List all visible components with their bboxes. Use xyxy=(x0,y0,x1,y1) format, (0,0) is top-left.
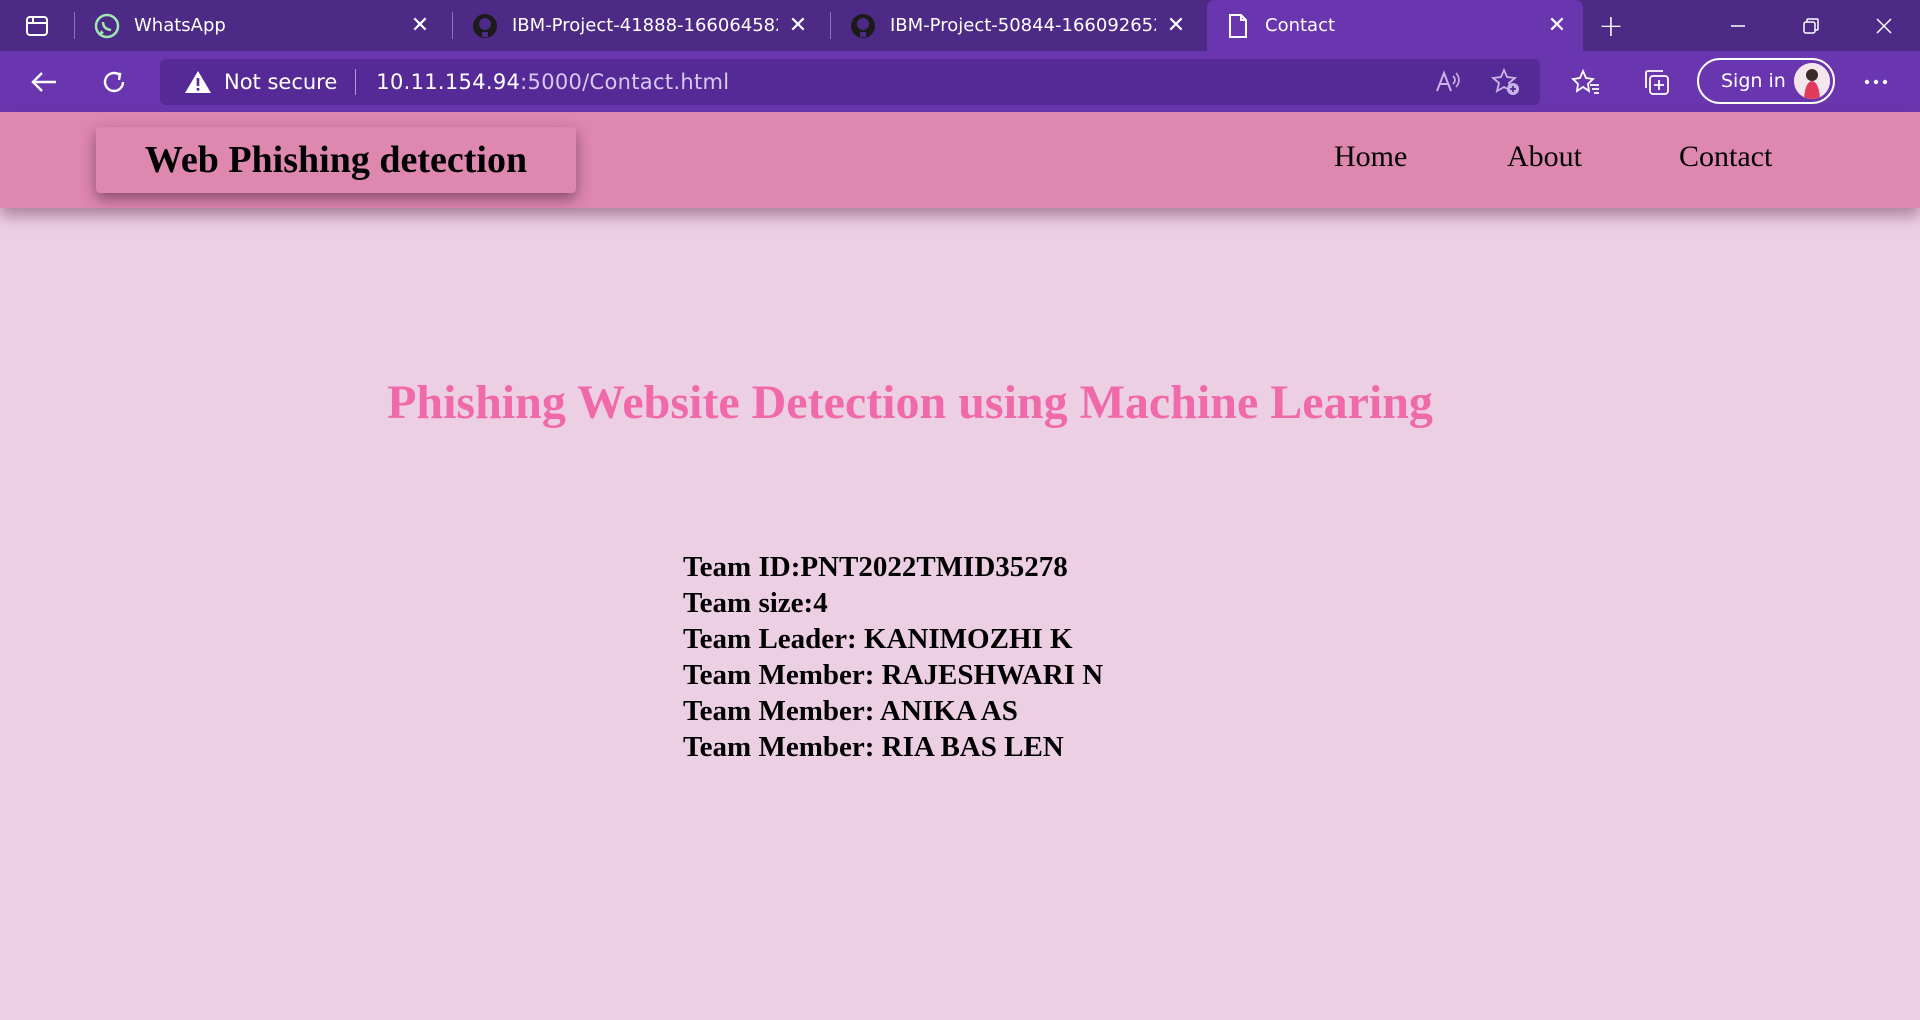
tab-contact[interactable]: Contact ✕ xyxy=(1207,0,1583,51)
github-icon xyxy=(850,13,876,39)
github-icon xyxy=(472,13,498,39)
team-id: Team ID:PNT2022TMID35278 xyxy=(683,551,1068,583)
favorites-icon xyxy=(1571,68,1599,94)
read-aloud-icon xyxy=(1436,70,1460,92)
collections-icon xyxy=(1645,70,1669,95)
tab-actions-icon xyxy=(26,15,48,36)
close-icon xyxy=(1876,17,1892,34)
tab-title: IBM-Project-50844-1660926525/ xyxy=(890,15,1156,36)
minimize-button[interactable] xyxy=(1702,0,1774,51)
nav-link-home[interactable]: Home xyxy=(1334,140,1407,174)
tab-github-project-50844[interactable]: IBM-Project-50844-1660926525/ ✕ xyxy=(832,0,1202,51)
refresh-button[interactable] xyxy=(92,60,136,104)
brand-logo[interactable]: Web Phishing detection xyxy=(96,127,576,193)
security-indicator[interactable]: Not secure xyxy=(184,70,337,94)
minimize-icon xyxy=(1731,24,1745,27)
nav-link-contact[interactable]: Contact xyxy=(1679,140,1772,174)
plus-icon: + xyxy=(1598,8,1624,44)
page-icon xyxy=(1225,13,1251,39)
site-navbar: Web Phishing detection Home About Contac… xyxy=(0,112,1920,208)
close-icon[interactable]: ✕ xyxy=(778,6,818,46)
new-tab-button[interactable]: + xyxy=(1590,5,1632,47)
tab-title: WhatsApp xyxy=(134,15,226,36)
back-button[interactable] xyxy=(22,60,66,104)
refresh-icon xyxy=(103,71,125,93)
back-arrow-icon xyxy=(31,72,56,92)
whatsapp-icon xyxy=(94,13,120,39)
restore-icon xyxy=(1803,17,1819,34)
close-window-button[interactable] xyxy=(1848,0,1920,51)
security-label: Not secure xyxy=(224,70,338,94)
read-aloud-button[interactable] xyxy=(1432,66,1464,98)
collections-button[interactable] xyxy=(1634,60,1678,104)
tab-strip: WhatsApp ✕ IBM-Project-41888-1660645823/… xyxy=(0,0,1920,51)
close-icon[interactable]: ✕ xyxy=(1156,6,1196,46)
settings-more-button[interactable] xyxy=(1854,60,1898,104)
tab-separator xyxy=(74,12,75,39)
restore-button[interactable] xyxy=(1775,0,1847,51)
url-path: :5000/Contact.html xyxy=(520,70,730,94)
team-size: Team size:4 xyxy=(683,587,828,619)
tab-github-project-41888[interactable]: IBM-Project-41888-1660645823/ ✕ xyxy=(454,0,824,51)
tab-whatsapp[interactable]: WhatsApp ✕ xyxy=(76,0,446,51)
close-icon[interactable]: ✕ xyxy=(400,6,440,46)
tab-title: Contact xyxy=(1265,15,1336,36)
tab-separator xyxy=(830,12,831,39)
tab-separator xyxy=(452,12,453,39)
nav-link-about[interactable]: About xyxy=(1507,140,1582,174)
more-icon xyxy=(1864,79,1888,85)
team-member: Team Member: ANIKA AS xyxy=(683,695,1018,727)
team-details: Team ID:PNT2022TMID35278 Team size:4 Tea… xyxy=(683,549,1103,765)
tab-title: IBM-Project-41888-1660645823/ xyxy=(512,15,778,36)
close-icon[interactable]: ✕ xyxy=(1537,6,1577,46)
browser-toolbar: Not secure 10.11.154.94:5000/Contact.htm… xyxy=(0,51,1920,112)
team-member: Team Member: RAJESHWARI N xyxy=(683,659,1104,691)
team-member: Team Member: RIA BAS LEN xyxy=(683,731,1064,763)
avatar xyxy=(1794,63,1830,99)
favorites-button[interactable] xyxy=(1564,60,1608,104)
tab-actions-button[interactable] xyxy=(0,0,74,51)
sign-in-button[interactable]: Sign in xyxy=(1697,58,1835,104)
team-leader: Team Leader: KANIMOZHI K xyxy=(683,623,1073,655)
sign-in-label: Sign in xyxy=(1721,70,1786,92)
url-host: 10.11.154.94 xyxy=(376,70,521,94)
address-bar[interactable]: Not secure 10.11.154.94:5000/Contact.htm… xyxy=(160,59,1540,105)
warning-icon xyxy=(185,71,211,93)
omnibox-divider xyxy=(355,69,357,95)
star-add-icon xyxy=(1491,67,1519,95)
add-favorite-button[interactable] xyxy=(1490,66,1522,98)
page-headline: Phishing Website Detection using Machine… xyxy=(387,376,1433,429)
